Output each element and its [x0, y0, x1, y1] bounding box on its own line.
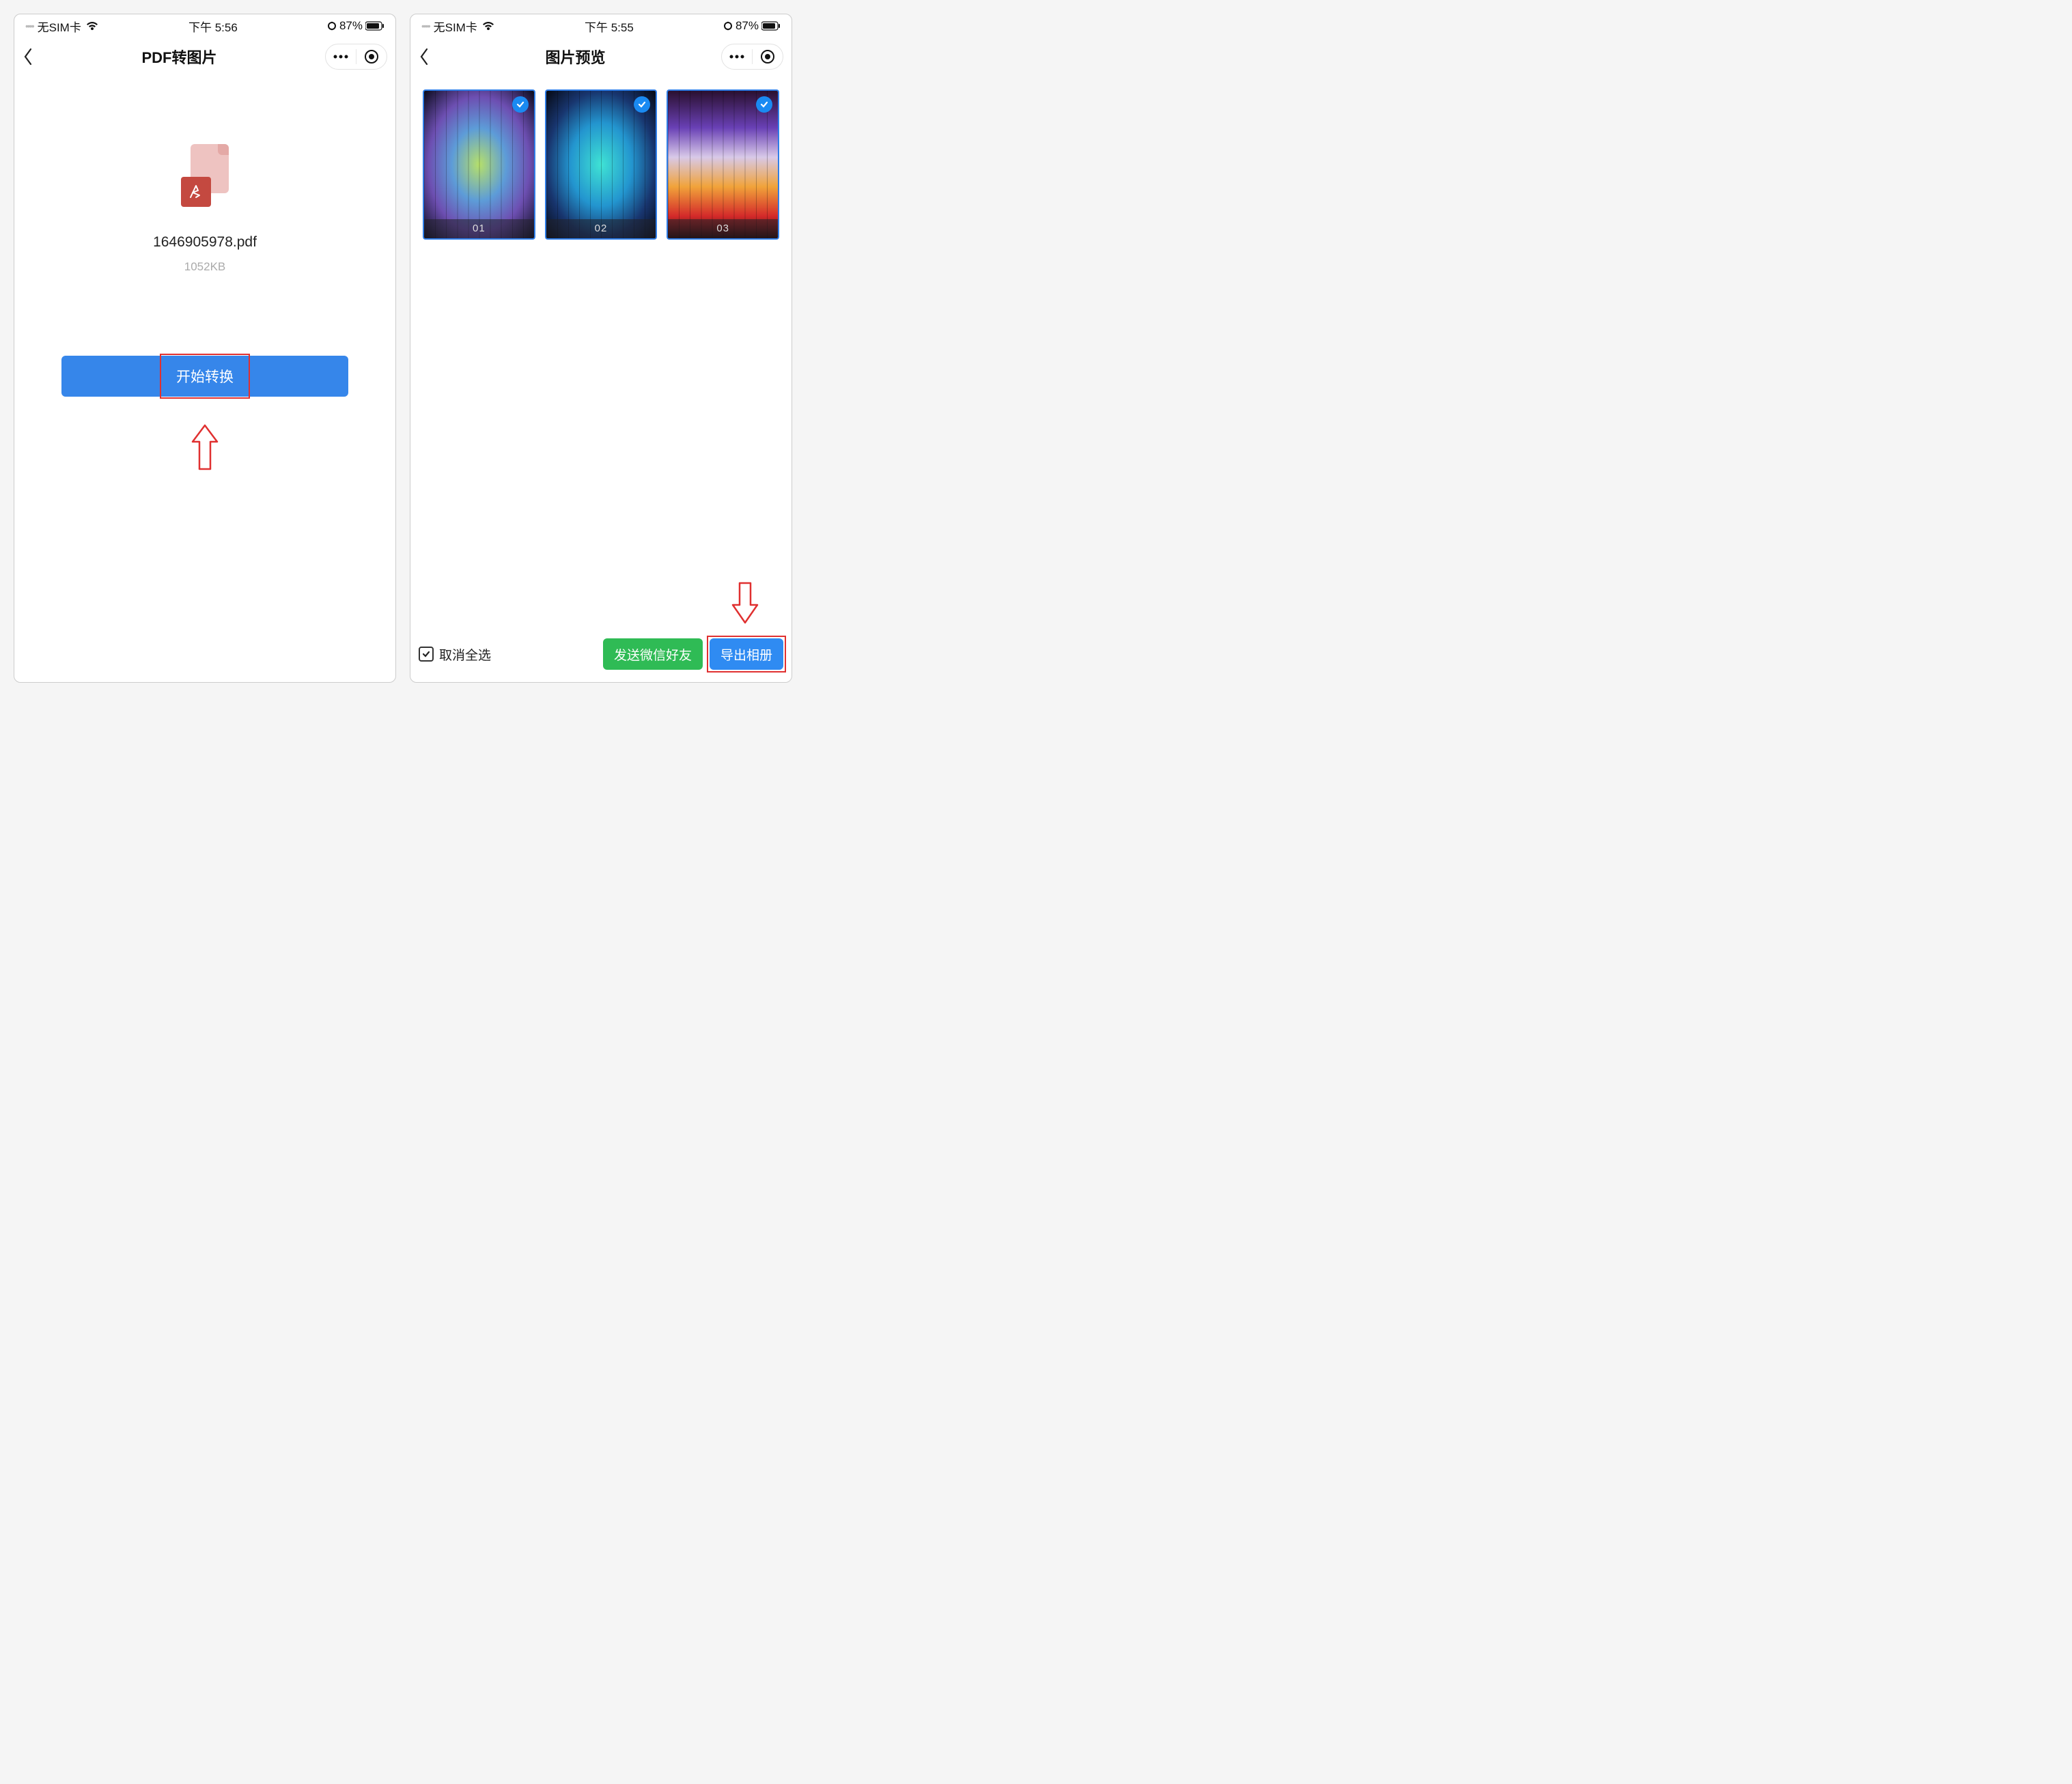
signal-dots-icon: ••••	[25, 20, 33, 31]
close-button[interactable]	[356, 44, 387, 69]
signal-dots-icon: ••••	[421, 20, 430, 31]
checkbox-icon	[419, 647, 434, 662]
wifi-icon	[85, 20, 99, 31]
miniprogram-capsule	[325, 44, 387, 70]
back-button[interactable]	[23, 47, 33, 66]
thumbnail-label: 03	[668, 219, 778, 238]
page-title: PDF转图片	[33, 46, 325, 68]
screen-pdf-convert: •••• 无SIM卡 下午 5:56 87% PDF转图片	[14, 14, 396, 683]
page-title: 图片预览	[430, 46, 721, 68]
thumbnail-item[interactable]: 01	[423, 89, 535, 240]
location-icon	[327, 21, 337, 31]
thumbnail-label: 02	[546, 219, 656, 238]
menu-button[interactable]	[326, 44, 356, 69]
menu-button[interactable]	[722, 44, 752, 69]
miniprogram-capsule	[721, 44, 783, 70]
deselect-all-label: 取消全选	[439, 645, 491, 664]
clock: 下午 5:55	[585, 18, 634, 35]
check-icon	[756, 96, 772, 113]
thumbnail-item[interactable]: 02	[545, 89, 658, 240]
arrow-down-icon	[730, 582, 760, 627]
pdf-file-icon	[181, 144, 229, 207]
convert-button[interactable]: 开始转换	[61, 356, 348, 397]
battery-label: 87%	[736, 19, 759, 33]
highlight-box	[707, 636, 786, 672]
clock: 下午 5:56	[188, 18, 238, 35]
status-bar: •••• 无SIM卡 下午 5:55 87%	[410, 14, 792, 38]
thumbnail-label: 01	[424, 219, 534, 238]
send-wechat-button[interactable]: 发送微信好友	[603, 638, 703, 670]
footer-bar: 取消全选 发送微信好友 导出相册	[410, 630, 792, 682]
close-button[interactable]	[753, 44, 783, 69]
battery-icon	[761, 21, 781, 31]
thumbnail-grid: 01 02 03	[410, 76, 792, 253]
carrier-label: 无SIM卡	[38, 18, 81, 35]
arrow-up-icon	[190, 424, 220, 475]
send-wechat-label: 发送微信好友	[614, 645, 692, 664]
screen-image-preview: •••• 无SIM卡 下午 5:55 87% 图片预览	[410, 14, 792, 683]
deselect-all[interactable]: 取消全选	[419, 645, 596, 664]
battery-icon	[365, 21, 384, 31]
location-icon	[723, 21, 733, 31]
export-album-button[interactable]: 导出相册	[710, 638, 783, 670]
filesize-label: 1052KB	[184, 260, 226, 274]
filename-label: 1646905978.pdf	[153, 234, 257, 251]
status-bar: •••• 无SIM卡 下午 5:56 87%	[14, 14, 395, 38]
nav-bar: PDF转图片	[14, 38, 395, 76]
wifi-icon	[481, 20, 495, 31]
check-icon	[512, 96, 529, 113]
highlight-box	[160, 354, 250, 399]
back-button[interactable]	[419, 47, 430, 66]
nav-bar: 图片预览	[410, 38, 792, 76]
battery-label: 87%	[339, 19, 363, 33]
carrier-label: 无SIM卡	[434, 18, 477, 35]
thumbnail-item[interactable]: 03	[667, 89, 779, 240]
